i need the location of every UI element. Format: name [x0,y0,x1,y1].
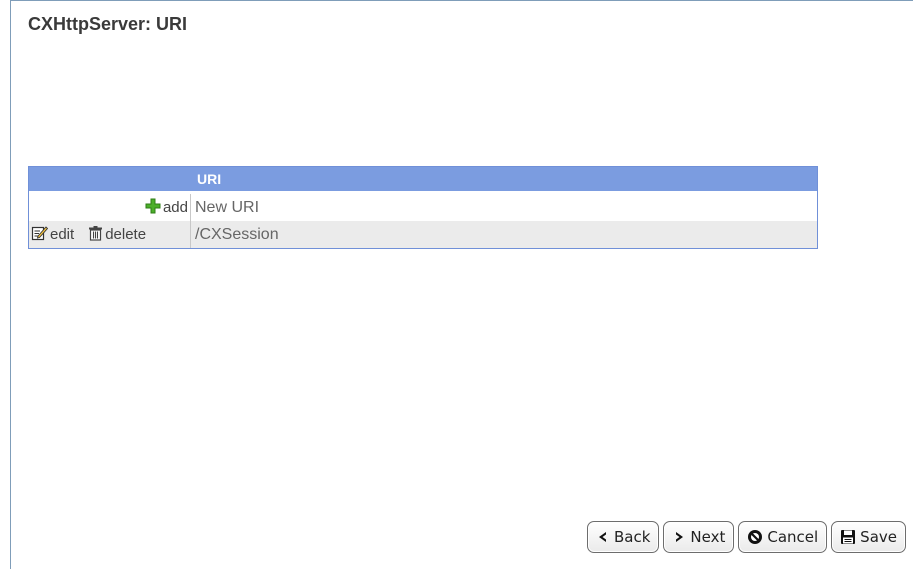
add-row-value: New URI [195,198,260,216]
save-label: Save [860,528,897,546]
cancel-button[interactable]: Cancel [738,521,828,553]
chevron-left-icon [598,532,606,542]
back-label: Back [613,528,651,546]
edit-icon [31,224,49,245]
cancel-label: Cancel [767,528,819,546]
delete-button[interactable]: delete [88,225,146,245]
next-button[interactable]: Next [663,521,735,553]
content-frame [10,0,913,569]
table-row: edit delete /CXSession [29,221,817,248]
prohibit-icon [748,530,763,544]
back-button[interactable]: Back [586,521,660,553]
chevron-right-icon [676,532,684,542]
row-value: /CXSession [195,225,279,243]
next-label: Next [690,528,726,546]
trash-icon [88,225,103,245]
page-title: CXHttpServer: URI [28,14,188,34]
uri-grid: URI add New URI edit delete /CXSession [28,166,818,249]
add-row: add New URI [29,194,817,221]
row-actions: edit delete [29,221,191,248]
header-uri-column: URI [197,171,222,187]
delete-label: delete [105,226,147,243]
grid-header: URI [29,167,817,194]
plus-icon [145,198,161,218]
add-button[interactable]: add [145,198,188,218]
edit-label: edit [50,226,75,243]
add-row-actions: add [29,194,191,221]
edit-button[interactable]: edit [31,224,74,245]
wizard-button-bar: Back Next Cancel Save [586,521,906,553]
add-label: add [162,199,188,216]
save-button[interactable]: Save [831,521,906,553]
floppy-disk-icon [841,530,856,544]
